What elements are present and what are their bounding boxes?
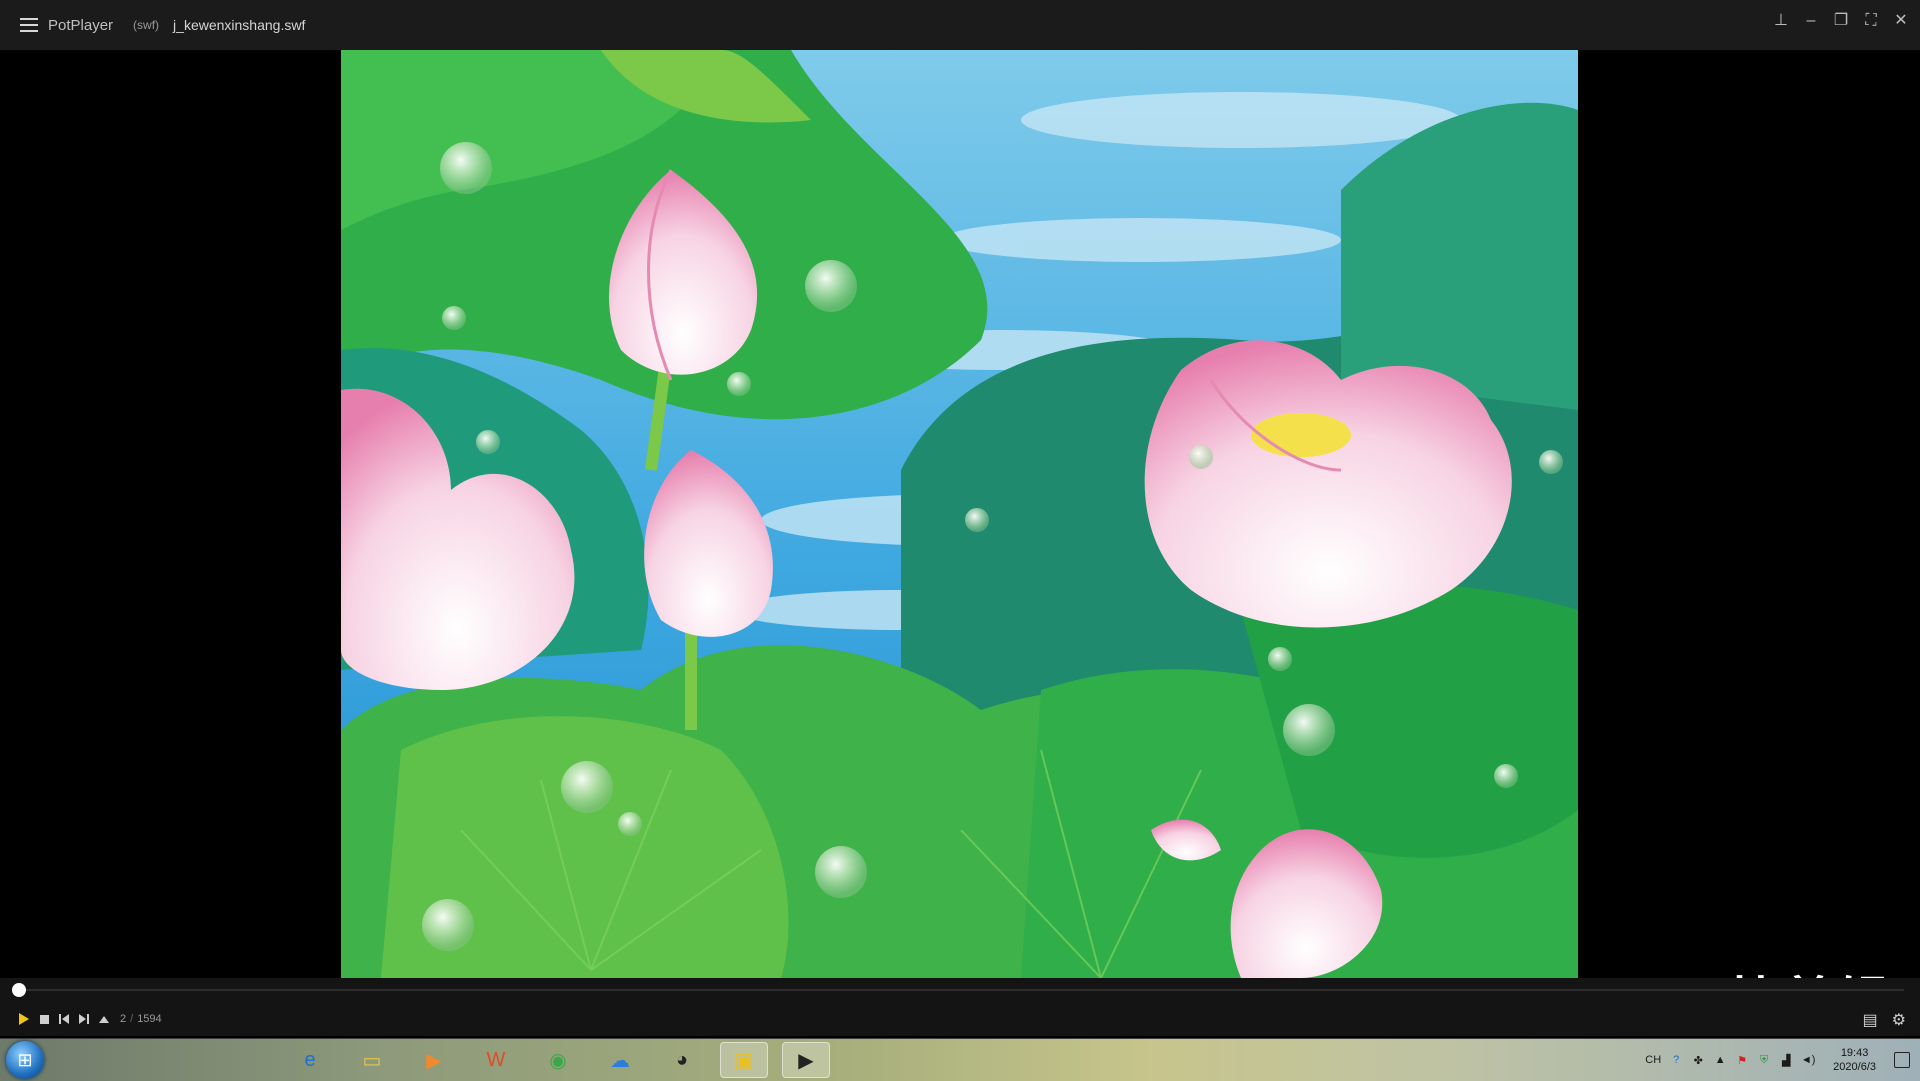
total-frames: 1594 xyxy=(137,1013,162,1025)
file-name: j_kewenxinshang.swf xyxy=(173,17,306,33)
system-tray: CH ? ✤ ▲ ⚑ ⛨ ▟ ◄) 19:43 2020/6/3 xyxy=(1645,1039,1910,1081)
minimize-icon[interactable]: – xyxy=(1802,12,1820,30)
screenshot-tool-icon[interactable]: ▣ xyxy=(720,1042,768,1078)
wps-icon[interactable]: W xyxy=(472,1042,520,1078)
taskbar-pinned-apps: e ▭ ▶ W ◉ ☁ ◕ ▣ ▶ xyxy=(286,1042,830,1078)
show-desktop-icon[interactable] xyxy=(1894,1052,1910,1068)
seek-bar[interactable] xyxy=(0,978,1920,1002)
clock-date: 2020/6/3 xyxy=(1833,1061,1876,1073)
title-bar: PotPlayer (swf) j_kewenxinshang.swf ⊥ – … xyxy=(0,0,1920,51)
menu-icon[interactable] xyxy=(20,18,38,32)
frame-separator: / xyxy=(130,1013,134,1025)
close-icon[interactable]: ✕ xyxy=(1892,12,1910,30)
current-frame: 2 xyxy=(120,1013,127,1025)
seek-handle[interactable] xyxy=(12,983,26,997)
stop-icon[interactable] xyxy=(36,1011,52,1027)
lotus-flower-right xyxy=(1144,340,1512,628)
play-icon[interactable] xyxy=(16,1011,32,1027)
windows-taskbar: ⊞ e ▭ ▶ W ◉ ☁ ◕ ▣ ▶ CH ? ✤ ▲ ⚑ ⛨ ▟ ◄) 19… xyxy=(0,1038,1920,1081)
settings-gear-icon[interactable]: ⚙ xyxy=(1892,1010,1906,1030)
settings-tray-icon[interactable]: ✤ xyxy=(1691,1053,1705,1067)
start-button[interactable]: ⊞ xyxy=(6,1041,44,1079)
frame-counter: 2/1594 xyxy=(120,1013,162,1025)
network-icon[interactable]: ▟ xyxy=(1779,1053,1793,1067)
file-explorer-icon[interactable]: ▭ xyxy=(348,1042,396,1078)
baidu-netdisk-icon[interactable]: ☁ xyxy=(596,1042,644,1078)
app-name: PotPlayer xyxy=(48,16,114,34)
security-icon[interactable]: ⛨ xyxy=(1757,1053,1771,1067)
clock[interactable]: 19:43 2020/6/3 xyxy=(1833,1046,1876,1074)
potplayer-taskbar-icon[interactable]: ▶ xyxy=(782,1042,830,1078)
eject-icon[interactable] xyxy=(96,1011,112,1027)
video-frame[interactable] xyxy=(341,50,1578,978)
media-player-icon[interactable]: ▶ xyxy=(410,1042,458,1078)
seek-track[interactable] xyxy=(14,989,1904,991)
browser-360-icon[interactable]: ◉ xyxy=(534,1042,582,1078)
playback-controls: 2/1594 ▤ ⚙ xyxy=(0,1002,1920,1036)
arrow-up-icon[interactable]: ▲ xyxy=(1713,1053,1727,1067)
format-tag: (swf) xyxy=(133,18,160,32)
flag-icon[interactable]: ⚑ xyxy=(1735,1053,1749,1067)
qq-icon[interactable]: ◕ xyxy=(658,1042,706,1078)
input-method-label[interactable]: CH xyxy=(1645,1054,1661,1066)
volume-icon[interactable]: ◄) xyxy=(1801,1053,1816,1067)
help-icon[interactable]: ? xyxy=(1669,1053,1683,1067)
previous-icon[interactable] xyxy=(56,1011,72,1027)
playlist-icon[interactable]: ▤ xyxy=(1863,1010,1878,1030)
fullscreen-icon[interactable]: ⛶ xyxy=(1862,12,1880,30)
internet-explorer-icon[interactable]: e xyxy=(286,1042,334,1078)
clock-time: 19:43 xyxy=(1840,1047,1869,1059)
video-area[interactable] xyxy=(0,50,1920,978)
lotus-pond-illustration xyxy=(341,50,1578,978)
pin-icon[interactable]: ⊥ xyxy=(1772,12,1790,30)
next-icon[interactable] xyxy=(76,1011,92,1027)
window-controls: ⊥ – ❐ ⛶ ✕ xyxy=(1772,12,1910,30)
restore-icon[interactable]: ❐ xyxy=(1832,12,1850,30)
